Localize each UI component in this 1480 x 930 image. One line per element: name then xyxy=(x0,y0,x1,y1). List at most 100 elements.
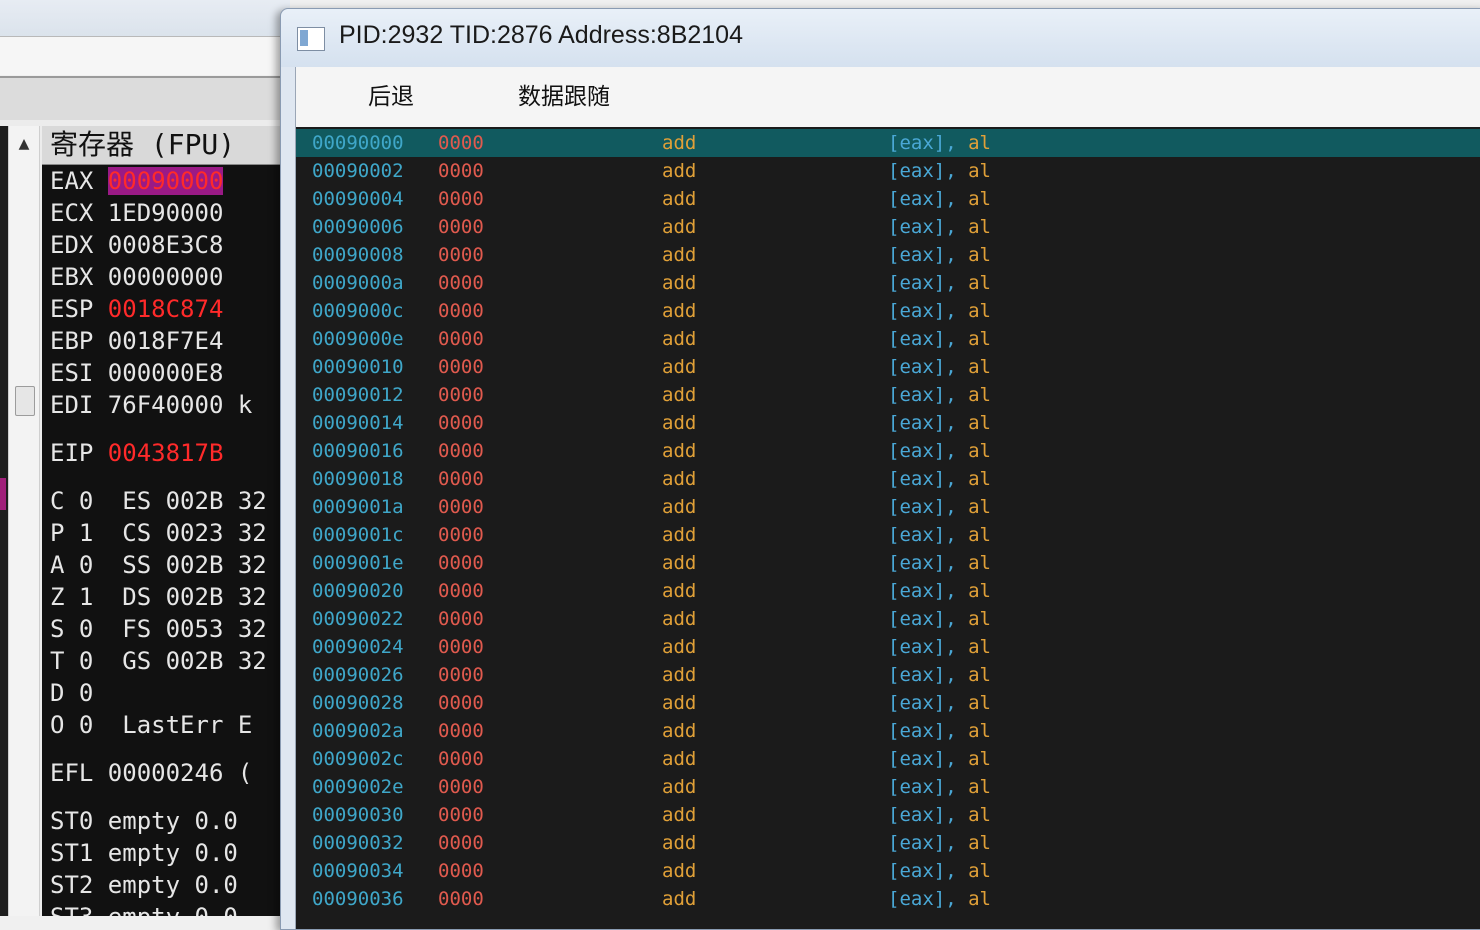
flag-segment-line[interactable]: O 0 LastErr E xyxy=(50,710,252,740)
register-eip[interactable]: EIP 0043817B xyxy=(50,438,223,468)
register-value[interactable]: 0008E3C8 xyxy=(108,231,224,259)
operand-1: [eax], xyxy=(888,664,957,686)
disasm-bytes: 0000 xyxy=(438,468,484,490)
disasm-row[interactable]: 00090014 0000 add [eax], al xyxy=(296,409,1480,437)
data-follow-button[interactable]: 数据跟随 xyxy=(510,77,618,117)
register-ebx[interactable]: EBX 00000000 xyxy=(50,262,223,292)
flag-segment-line[interactable]: T 0 GS 002B 32 xyxy=(50,646,267,676)
disasm-row[interactable]: 00090020 0000 add [eax], al xyxy=(296,577,1480,605)
disasm-row[interactable]: 00090018 0000 add [eax], al xyxy=(296,465,1480,493)
cpu-pane-scrollbar[interactable]: ▲ xyxy=(8,126,40,916)
register-value[interactable]: 0043817B xyxy=(108,439,224,467)
flag-segment-line[interactable]: P 1 CS 0023 32 xyxy=(50,518,267,548)
disasm-row[interactable]: 00090006 0000 add [eax], al xyxy=(296,213,1480,241)
operand-2: al xyxy=(968,356,991,378)
operand-2: al xyxy=(968,496,991,518)
disasm-row[interactable]: 0009001e 0000 add [eax], al xyxy=(296,549,1480,577)
disasm-row[interactable]: 0009000e 0000 add [eax], al xyxy=(296,325,1480,353)
operand-1: [eax], xyxy=(888,776,957,798)
disasm-row[interactable]: 0009001c 0000 add [eax], al xyxy=(296,521,1480,549)
disasm-row[interactable]: 00090004 0000 add [eax], al xyxy=(296,185,1480,213)
operand-1: [eax], xyxy=(888,244,957,266)
fpu-register-line[interactable]: ST3 empty 0.0 xyxy=(50,902,238,916)
disasm-row[interactable]: 00090002 0000 add [eax], al xyxy=(296,157,1480,185)
disasm-mnemonic: add xyxy=(662,300,697,322)
operand-2: al xyxy=(968,384,991,406)
flag-segment-line[interactable]: A 0 SS 002B 32 xyxy=(50,550,267,580)
disasm-row[interactable]: 00090012 0000 add [eax], al xyxy=(296,381,1480,409)
disasm-row[interactable]: 0009000a 0000 add [eax], al xyxy=(296,269,1480,297)
disasm-mnemonic: add xyxy=(662,468,697,490)
fpu-register-line[interactable]: ST0 empty 0.0 xyxy=(50,806,238,836)
disasm-address: 00090004 xyxy=(312,188,404,210)
fpu-register-line[interactable]: ST2 empty 0.0 xyxy=(50,870,238,900)
register-value[interactable]: 0018C874 xyxy=(108,295,224,323)
operand-2: al xyxy=(968,328,991,350)
flag-segment-line[interactable]: S 0 FS 0053 32 xyxy=(50,614,267,644)
scroll-thumb[interactable] xyxy=(15,386,35,416)
disasm-row[interactable]: 0009000c 0000 add [eax], al xyxy=(296,297,1480,325)
scroll-up-arrow-icon[interactable]: ▲ xyxy=(9,136,39,152)
disasm-row[interactable]: 00090030 0000 add [eax], al xyxy=(296,801,1480,829)
disasm-row[interactable]: 00090008 0000 add [eax], al xyxy=(296,241,1480,269)
disasm-row[interactable]: 0009002a 0000 add [eax], al xyxy=(296,717,1480,745)
disasm-row[interactable]: 0009001a 0000 add [eax], al xyxy=(296,493,1480,521)
register-value[interactable]: 0018F7E4 xyxy=(108,327,224,355)
disasm-row[interactable]: 00090024 0000 add [eax], al xyxy=(296,633,1480,661)
registers-header[interactable]: 寄存器 (FPU) xyxy=(42,126,288,165)
fpu-register-line[interactable]: ST1 empty 0.0 xyxy=(50,838,238,868)
disasm-row[interactable]: 00090016 0000 add [eax], al xyxy=(296,437,1480,465)
operand-2: al xyxy=(968,776,991,798)
disasm-row[interactable]: 00090032 0000 add [eax], al xyxy=(296,829,1480,857)
flag-segment-line[interactable]: Z 1 DS 002B 32 xyxy=(50,582,267,612)
disasm-window-titlebar[interactable]: PID:2932 TID:2876 Address:8B2104 xyxy=(281,9,1480,67)
disasm-operands: [eax], al xyxy=(888,745,991,773)
disasm-mnemonic: add xyxy=(662,860,697,882)
register-ebp[interactable]: EBP 0018F7E4 xyxy=(50,326,223,356)
disasm-address: 00090002 xyxy=(312,160,404,182)
disasm-row[interactable]: 00090026 0000 add [eax], al xyxy=(296,661,1480,689)
disasm-row[interactable]: 00090022 0000 add [eax], al xyxy=(296,605,1480,633)
operand-1: [eax], xyxy=(888,552,957,574)
register-value[interactable]: 76F40000 k xyxy=(108,391,253,419)
disasm-bytes: 0000 xyxy=(438,160,484,182)
disasm-bytes: 0000 xyxy=(438,832,484,854)
disasm-mnemonic: add xyxy=(662,440,697,462)
disasm-address: 00090008 xyxy=(312,244,404,266)
flag-segment-line[interactable]: C 0 ES 002B 32 xyxy=(50,486,267,516)
back-button[interactable]: 后退 xyxy=(360,77,422,117)
efl-line[interactable]: EFL 00000246 ( xyxy=(50,758,252,788)
registers-panel[interactable]: 寄存器 (FPU) EAX 00090000 ECX 1ED90000 EDX 00… xyxy=(42,126,288,916)
disasm-row[interactable]: 00090034 0000 add [eax], al xyxy=(296,857,1480,885)
disasm-bytes: 0000 xyxy=(438,188,484,210)
register-edx[interactable]: EDX 0008E3C8 xyxy=(50,230,223,260)
disasm-row[interactable]: 00090000 0000 add [eax], al xyxy=(296,129,1480,157)
flag-segment-line[interactable]: D 0 xyxy=(50,678,93,708)
disasm-row[interactable]: 00090010 0000 add [eax], al xyxy=(296,353,1480,381)
disasm-bytes: 0000 xyxy=(438,552,484,574)
register-edi[interactable]: EDI 76F40000 k xyxy=(50,390,252,420)
disasm-row[interactable]: 0009002e 0000 add [eax], al xyxy=(296,773,1480,801)
register-esi[interactable]: ESI 000000E8 xyxy=(50,358,223,388)
register-value[interactable]: 1ED90000 xyxy=(108,199,224,227)
window-icon xyxy=(297,27,325,51)
operand-2: al xyxy=(968,272,991,294)
disassembly-view[interactable]: 00090000 0000 add [eax], al 00090002 0000 add [… xyxy=(296,127,1480,929)
register-eax[interactable]: EAX 00090000 xyxy=(50,166,224,196)
disasm-window[interactable]: PID:2932 TID:2876 Address:8B2104 后退 数据跟随… xyxy=(280,8,1480,930)
operand-1: [eax], xyxy=(888,160,957,182)
disasm-bytes: 0000 xyxy=(438,300,484,322)
disasm-row[interactable]: 0009002c 0000 add [eax], al xyxy=(296,745,1480,773)
main-window-titlebar xyxy=(0,0,290,36)
disasm-row[interactable]: 00090036 0000 add [eax], al xyxy=(296,885,1480,913)
register-value[interactable]: 000000E8 xyxy=(108,359,224,387)
disasm-address: 00090024 xyxy=(312,636,404,658)
disasm-row[interactable]: 00090028 0000 add [eax], al xyxy=(296,689,1480,717)
operand-1: [eax], xyxy=(888,356,957,378)
register-value[interactable]: 00000000 xyxy=(108,263,224,291)
register-ecx[interactable]: ECX 1ED90000 xyxy=(50,198,223,228)
register-value[interactable]: 00090000 xyxy=(107,167,224,195)
main-window-toolbar xyxy=(0,76,290,122)
disasm-bytes: 0000 xyxy=(438,328,484,350)
register-esp[interactable]: ESP 0018C874 xyxy=(50,294,223,324)
